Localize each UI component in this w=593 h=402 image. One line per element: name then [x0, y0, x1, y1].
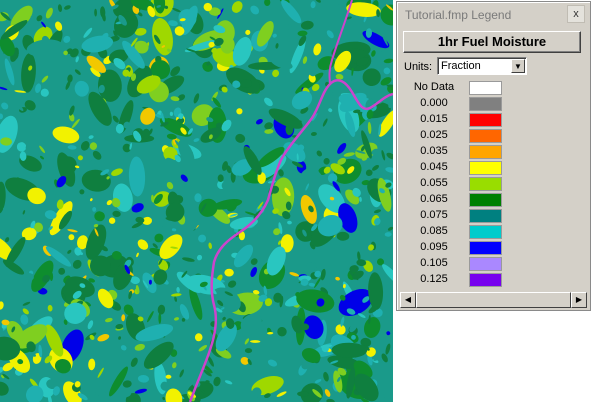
layer-button[interactable]: 1hr Fuel Moisture — [403, 31, 581, 53]
scroll-thumb[interactable] — [416, 292, 571, 308]
legend-row: 0.075 — [397, 208, 588, 224]
legend-row-label: 0.000 — [420, 97, 448, 109]
legend-row: 0.015 — [397, 112, 588, 128]
legend-swatch — [469, 129, 502, 143]
legend-row-label: 0.065 — [420, 193, 448, 205]
legend-title: Tutorial.fmp Legend — [405, 8, 512, 22]
scroll-left-icon[interactable]: ◀ — [400, 292, 416, 308]
legend-row: 0.065 — [397, 192, 588, 208]
legend-swatch — [469, 241, 502, 255]
legend-row-label: 0.095 — [420, 241, 448, 253]
legend-window[interactable]: Tutorial.fmp Legend x 1hr Fuel Moisture … — [396, 1, 591, 311]
legend-swatch — [469, 113, 502, 127]
legend-row: 0.105 — [397, 256, 588, 272]
scroll-right-icon[interactable]: ▶ — [571, 292, 587, 308]
units-selected-value: Fraction — [441, 60, 481, 72]
units-select[interactable]: Fraction ▼ — [437, 57, 527, 75]
legend-row-label: No Data — [413, 81, 455, 93]
legend-row-label: 0.015 — [420, 113, 448, 125]
legend-row: 0.025 — [397, 128, 588, 144]
legend-row: 0.085 — [397, 224, 588, 240]
map-canvas[interactable] — [0, 0, 393, 402]
legend-row-label: 0.105 — [420, 257, 448, 269]
legend-row: 0.125 — [397, 272, 588, 288]
legend-row-label: 0.035 — [420, 145, 448, 157]
legend-row-label: 0.055 — [420, 177, 448, 189]
legend-row-label: 0.085 — [420, 225, 448, 237]
legend-swatch — [469, 257, 502, 271]
legend-swatch — [469, 97, 502, 111]
fuel-moisture-map[interactable] — [0, 0, 393, 402]
legend-swatch — [469, 209, 502, 223]
legend-swatch — [469, 145, 502, 159]
legend-row: No Data — [397, 80, 588, 96]
close-button[interactable]: x — [567, 5, 585, 23]
legend-row: 0.045 — [397, 160, 588, 176]
legend-row-label: 0.075 — [420, 209, 448, 221]
horizontal-scrollbar[interactable]: ◀ ▶ — [400, 292, 587, 308]
legend-swatch — [469, 193, 502, 207]
legend-swatch — [469, 177, 502, 191]
legend-title-bar[interactable]: Tutorial.fmp Legend x — [398, 3, 589, 27]
chevron-down-icon[interactable]: ▼ — [511, 59, 525, 73]
legend-swatch — [469, 225, 502, 239]
legend-row: 0.055 — [397, 176, 588, 192]
units-label: Units: — [404, 61, 433, 73]
legend-swatch — [469, 273, 502, 287]
legend-swatch — [469, 161, 502, 175]
legend-row: 0.035 — [397, 144, 588, 160]
legend-row: 0.000 — [397, 96, 588, 112]
legend-row-label: 0.045 — [420, 161, 448, 173]
legend-row-label: 0.025 — [420, 129, 448, 141]
legend-row-label: 0.125 — [420, 273, 448, 285]
legend-swatch — [469, 81, 502, 95]
legend-row: 0.095 — [397, 240, 588, 256]
